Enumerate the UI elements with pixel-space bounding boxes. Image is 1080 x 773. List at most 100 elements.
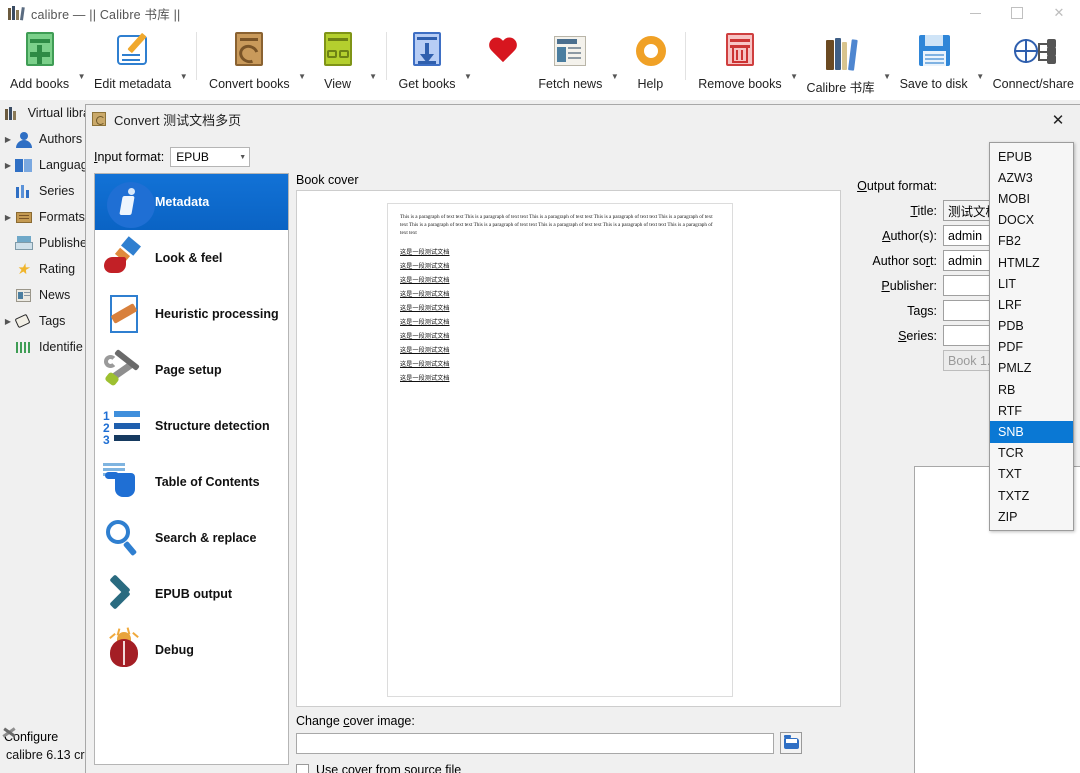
expand-arrow-icon[interactable]: ▶ xyxy=(2,135,14,144)
input-format-label: Input format: xyxy=(94,150,165,164)
sidebar-item-rating[interactable]: ★ Rating xyxy=(0,256,90,282)
sidebar-item-formats[interactable]: ▶ Formats xyxy=(0,204,90,230)
sidebar-item-tags[interactable]: ▶ Tags xyxy=(0,308,90,334)
edit-metadata-icon xyxy=(110,30,156,74)
folder-browse-icon[interactable] xyxy=(780,732,802,754)
format-option-htmlz[interactable]: HTMLZ xyxy=(990,252,1073,273)
option-item-epub-output[interactable]: EPUB output xyxy=(95,566,288,622)
publisher-label: Publisher: xyxy=(881,278,937,293)
sidebar-item-authors[interactable]: ▶ Authors xyxy=(0,126,90,152)
format-option-snb[interactable]: SNB xyxy=(990,421,1073,443)
table-of-contents-icon xyxy=(101,459,149,505)
toolbar-item-remove-books[interactable]: Remove books xyxy=(692,26,787,91)
option-item-look-and-feel[interactable]: Look & feel xyxy=(95,230,288,286)
format-option-fb2[interactable]: FB2 xyxy=(990,231,1073,252)
toolbar-item-help[interactable]: Help xyxy=(621,26,679,91)
input-format-combo[interactable]: EPUB ▼ xyxy=(170,147,251,167)
use-source-cover-checkbox[interactable] xyxy=(296,763,309,773)
save-to-disk-dropdown-arrow[interactable]: ▼ xyxy=(974,72,987,81)
view-dropdown-arrow[interactable]: ▼ xyxy=(367,72,380,81)
convert-books-dropdown-arrow[interactable]: ▼ xyxy=(296,72,309,81)
sidebar-item-series[interactable]: Series xyxy=(0,178,90,204)
format-option-rtf[interactable]: RTF xyxy=(990,400,1073,421)
format-option-lrf[interactable]: LRF xyxy=(990,294,1073,315)
add-books-dropdown-arrow[interactable]: ▼ xyxy=(75,72,88,81)
sidebar-item-publisher[interactable]: Publishe xyxy=(0,230,90,256)
toolbar-item-view[interactable]: View xyxy=(309,26,367,91)
option-item-debug[interactable]: Debug xyxy=(95,622,288,678)
format-option-pdb[interactable]: PDB xyxy=(990,316,1073,337)
virtual-library-label: Virtual libra xyxy=(27,106,90,120)
configure-button[interactable]: Configure xyxy=(0,726,90,748)
toolbar-item-connect-share[interactable]: Connect/share xyxy=(987,26,1080,91)
format-option-zip[interactable]: ZIP xyxy=(990,506,1073,527)
book-cover-preview[interactable]: This is a paragraph of text text This is… xyxy=(296,190,841,707)
toolbar-item-get-books[interactable]: Get books xyxy=(392,26,461,91)
format-option-pmlz[interactable]: PMLZ xyxy=(990,358,1073,379)
get-books-dropdown-arrow[interactable]: ▼ xyxy=(461,72,474,81)
fetch-news-dropdown-arrow[interactable]: ▼ xyxy=(608,72,621,81)
output-format-label: Output format: xyxy=(857,178,937,193)
option-item-metadata[interactable]: Metadata xyxy=(95,174,288,230)
toolbar-label: Remove books xyxy=(698,77,782,91)
expand-arrow-icon[interactable]: ▶ xyxy=(2,317,14,326)
format-option-tcr[interactable]: TCR xyxy=(990,443,1073,464)
get-books-icon xyxy=(404,30,450,74)
expand-arrow-icon[interactable]: ▶ xyxy=(2,161,14,170)
close-button[interactable]: ✕ xyxy=(1038,0,1080,26)
toolbar-label: Connect/share xyxy=(992,77,1074,91)
option-item-structure-detection[interactable]: 1 2 3 Structure detection xyxy=(95,398,288,454)
cover-line: 这是一段测试文档 xyxy=(400,263,450,271)
format-option-lit[interactable]: LIT xyxy=(990,273,1073,294)
cover-path-input[interactable] xyxy=(296,732,774,754)
format-option-epub[interactable]: EPUB xyxy=(990,146,1073,167)
toolbar-item-fetch-news[interactable]: Fetch news xyxy=(532,26,608,91)
virtual-library-header[interactable]: Virtual libra xyxy=(0,100,90,126)
option-label: Debug xyxy=(155,642,194,657)
sidebar-item-languages[interactable]: ▶ Languag xyxy=(0,152,90,178)
edit-metadata-dropdown-arrow[interactable]: ▼ xyxy=(177,72,190,81)
minimize-button[interactable] xyxy=(954,0,996,26)
input-format-row: Input format: EPUB ▼ xyxy=(94,147,251,167)
option-item-search-replace[interactable]: Search & replace xyxy=(95,510,288,566)
format-option-pdf[interactable]: PDF xyxy=(990,337,1073,358)
option-item-table-of-contents[interactable]: Table of Contents xyxy=(95,454,288,510)
app-root: calibre — || Calibre 书库 || ✕ Add books ▼… xyxy=(0,0,1080,773)
option-label: Structure detection xyxy=(155,418,270,433)
cover-line: 这是一段测试文档 xyxy=(400,333,450,341)
convert-dialog-icon xyxy=(92,112,106,126)
output-format-dropdown-menu: EPUB AZW3 MOBI DOCX FB2 HTMLZ LIT LRF PD… xyxy=(989,142,1074,532)
toolbar-item-add-books[interactable]: Add books xyxy=(4,26,75,91)
remove-books-dropdown-arrow[interactable]: ▼ xyxy=(788,72,801,81)
window-controls: ✕ xyxy=(954,0,1080,26)
heart-icon xyxy=(480,30,526,74)
dialog-close-button[interactable]: ✕ xyxy=(1040,107,1076,133)
option-label: Metadata xyxy=(155,194,210,209)
toolbar-item-convert-books[interactable]: Convert books xyxy=(203,26,296,91)
option-label: EPUB output xyxy=(155,586,233,601)
window-title-bar: calibre — || Calibre 书库 || ✕ xyxy=(0,0,1080,26)
toolbar-item-edit-metadata[interactable]: Edit metadata xyxy=(88,26,177,91)
use-source-cover-row[interactable]: Use cover from source file xyxy=(296,763,841,773)
expand-arrow-icon[interactable]: ▶ xyxy=(2,213,14,222)
option-item-page-setup[interactable]: Page setup xyxy=(95,342,288,398)
option-item-heuristic-processing[interactable]: Heuristic processing xyxy=(95,286,288,342)
format-option-txtz[interactable]: TXTZ xyxy=(990,485,1073,506)
book-cover-panel: Book cover This is a paragraph of text t… xyxy=(296,173,841,773)
calibre-library-dropdown-arrow[interactable]: ▼ xyxy=(881,72,894,81)
format-option-mobi[interactable]: MOBI xyxy=(990,188,1073,209)
tags-label: Tags: xyxy=(907,303,937,318)
format-option-docx[interactable]: DOCX xyxy=(990,210,1073,231)
toolbar-item-heart[interactable] xyxy=(474,26,532,77)
main-toolbar: Add books ▼ Edit metadata ▼ Convert book… xyxy=(0,26,1080,100)
toolbar-item-calibre-library[interactable]: Calibre 书库 xyxy=(801,26,881,96)
maximize-button[interactable] xyxy=(996,0,1038,26)
format-option-azw3[interactable]: AZW3 xyxy=(990,167,1073,188)
format-option-rb[interactable]: RB xyxy=(990,379,1073,400)
sidebar-item-news[interactable]: News xyxy=(0,282,90,308)
cover-line: 这是一段测试文档 xyxy=(400,305,450,313)
sidebar-item-identifiers[interactable]: Identifie xyxy=(0,334,90,360)
format-option-txt[interactable]: TXT xyxy=(990,464,1073,485)
toolbar-item-save-to-disk[interactable]: Save to disk xyxy=(894,26,974,91)
cover-page: This is a paragraph of text text This is… xyxy=(387,203,733,697)
